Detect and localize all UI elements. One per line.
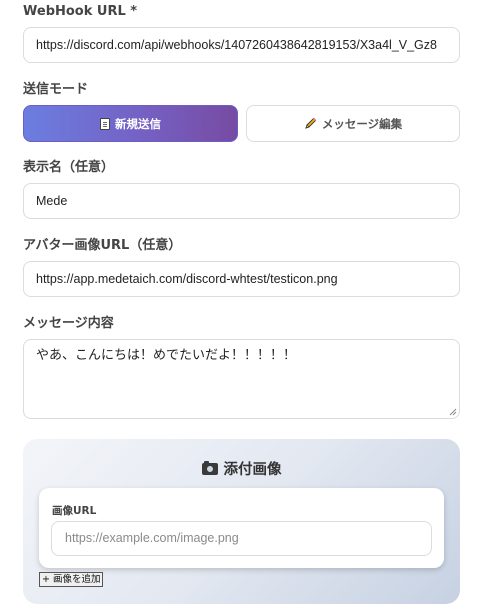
- avatar-url-label: アバター画像URL（任意）: [23, 238, 182, 253]
- send-mode-label: 送信モード: [23, 82, 89, 97]
- resize-grip-icon[interactable]: [449, 408, 457, 416]
- attachments-title-text: 添付画像: [223, 462, 282, 478]
- display-name-label: 表示名（任意）: [23, 160, 115, 175]
- edit-message-button[interactable]: メッセージ編集: [246, 105, 460, 142]
- webhook-url-label: WebHook URL *: [23, 4, 138, 19]
- webhook-url-input[interactable]: https://discord.com/api/webhooks/1407260…: [23, 27, 460, 63]
- camera-icon: [201, 460, 218, 475]
- image-url-label: 画像URL: [52, 505, 97, 517]
- new-send-button[interactable]: 新規送信: [23, 105, 238, 142]
- image-url-input[interactable]: https://example.com/image.png: [51, 521, 432, 556]
- pencil-icon: [305, 117, 316, 129]
- attachments-title: 添付画像: [23, 458, 460, 479]
- image-url-card: 画像URL https://example.com/image.png: [39, 488, 444, 568]
- add-image-button[interactable]: + 画像を追加: [39, 572, 104, 587]
- document-icon: [100, 117, 110, 130]
- message-text: やあ、こんにちは！めでたいだよ！！！！！: [36, 348, 297, 363]
- avatar-url-input[interactable]: https://app.medetaich.com/discord-whtest…: [23, 261, 460, 297]
- message-label: メッセージ内容: [23, 316, 114, 331]
- new-send-label: 新規送信: [115, 116, 161, 131]
- edit-message-label: メッセージ編集: [321, 116, 403, 131]
- display-name-input[interactable]: Mede: [23, 183, 460, 219]
- message-textarea[interactable]: やあ、こんにちは！めでたいだよ！！！！！: [23, 339, 460, 419]
- attachments-panel: 添付画像 画像URL https://example.com/image.png…: [23, 439, 460, 604]
